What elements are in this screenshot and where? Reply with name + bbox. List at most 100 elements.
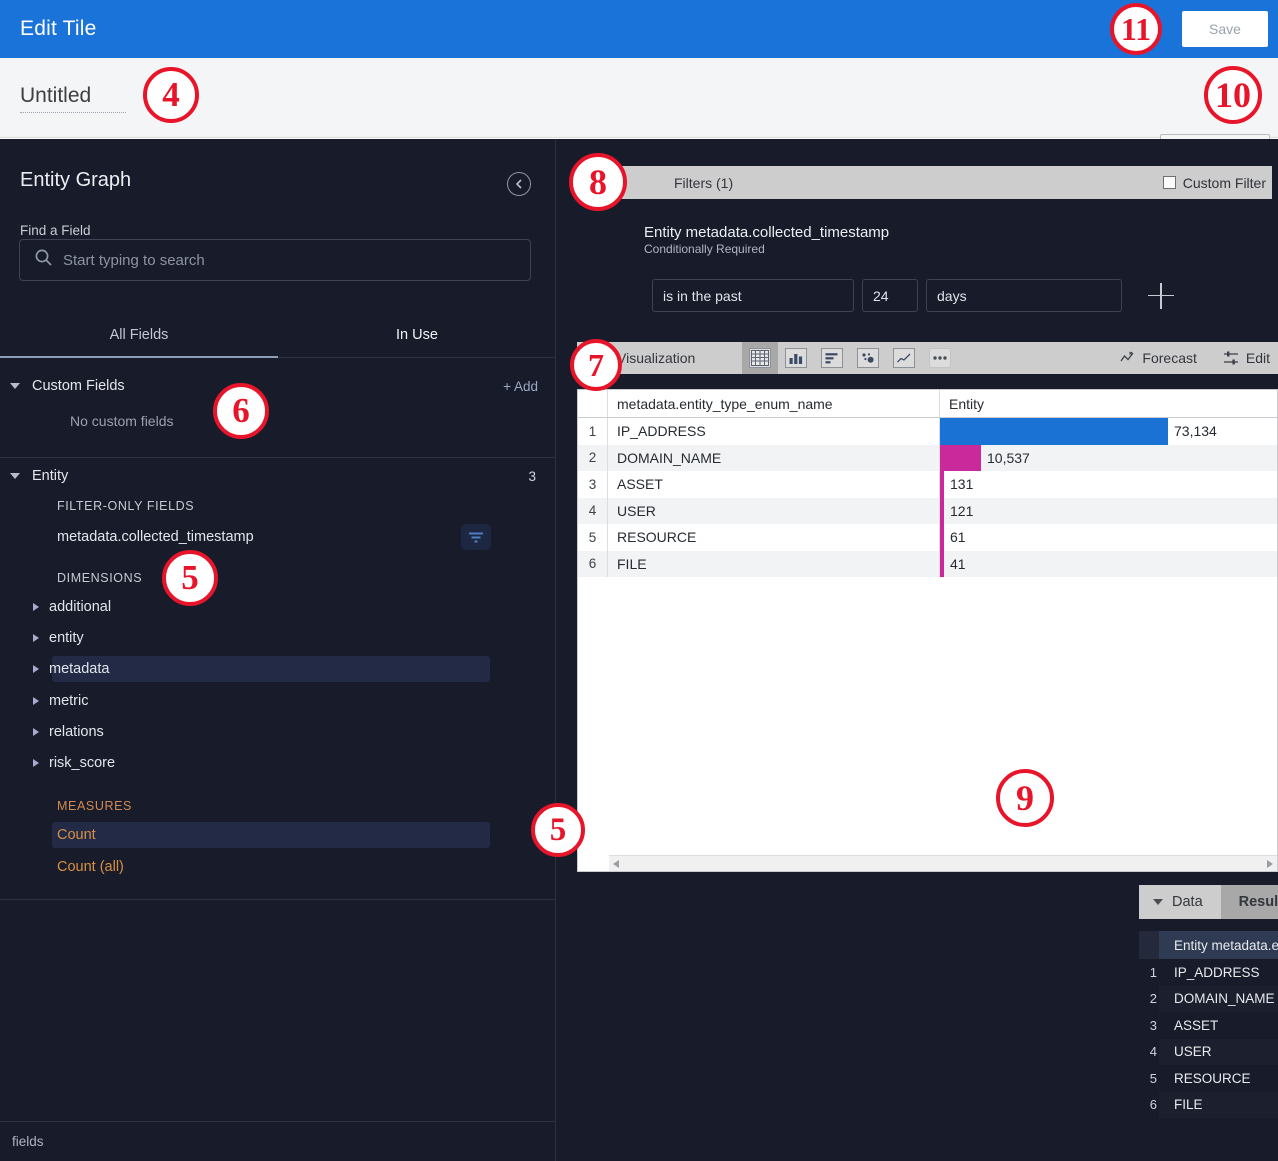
tab-results[interactable]: Results bbox=[1221, 885, 1278, 919]
value-label: 61 bbox=[950, 529, 966, 545]
column-header-measure[interactable]: Entity bbox=[940, 390, 1277, 417]
row-number: 3 bbox=[1139, 1012, 1159, 1039]
sidebar-footer: fields bbox=[0, 1121, 556, 1161]
visualization-actions: Forecast Edit bbox=[1094, 350, 1270, 366]
results-row[interactable]: 2 DOMAIN_NAME 10,537 bbox=[1139, 986, 1278, 1013]
column-header-dimension[interactable]: metadata.entity_type_enum_name bbox=[608, 390, 940, 417]
data-results-toolbar: Data Results SQL Add calculation Row Lim… bbox=[1139, 885, 1278, 919]
section-custom-fields[interactable]: Custom Fields + Add bbox=[0, 369, 556, 403]
caret-right-icon bbox=[33, 603, 39, 611]
search-input[interactable] bbox=[63, 252, 493, 269]
table-row[interactable]: 6 FILE 41 bbox=[578, 551, 1277, 578]
results-row[interactable]: 1 IP_ADDRESS 73,134 bbox=[1139, 959, 1278, 986]
caret-right-icon bbox=[33, 697, 39, 705]
results-cell-dimension: RESOURCE bbox=[1159, 1065, 1278, 1092]
row-number: 1 bbox=[578, 418, 608, 445]
caret-right-icon bbox=[33, 759, 39, 767]
scatter-chart-icon[interactable] bbox=[850, 342, 886, 374]
filter-operator-select[interactable]: is in the past bbox=[652, 279, 854, 312]
row-measure-cell: 61 bbox=[940, 524, 1277, 551]
measure-label: Count bbox=[57, 827, 96, 843]
scroll-right-icon[interactable] bbox=[1267, 860, 1273, 868]
row-number: 6 bbox=[578, 551, 608, 578]
divider bbox=[0, 457, 556, 458]
value-label: 131 bbox=[950, 476, 973, 492]
measure-count[interactable]: Count bbox=[0, 822, 556, 848]
row-dimension-value: IP_ADDRESS bbox=[608, 418, 940, 445]
results-table: Entity metadata.entity_type_enum_name bbox=[1139, 931, 1278, 1118]
edit-visualization-button[interactable]: Edit bbox=[1223, 350, 1270, 366]
measures-label: MEASURES bbox=[57, 799, 132, 813]
field-metadata-collected-timestamp[interactable]: metadata.collected_timestamp bbox=[57, 529, 254, 545]
entity-section-label: Entity bbox=[32, 468, 68, 484]
table-chart-icon[interactable] bbox=[742, 342, 778, 374]
forecast-button[interactable]: Forecast bbox=[1120, 350, 1196, 366]
add-custom-field-button[interactable]: + Add bbox=[503, 379, 538, 394]
row-measure-cell: 10,537 bbox=[940, 445, 1277, 472]
table-row[interactable]: 2 DOMAIN_NAME 10,537 bbox=[578, 445, 1277, 472]
scroll-left-icon[interactable] bbox=[613, 860, 619, 868]
value-bar bbox=[940, 551, 944, 578]
dimension-entity[interactable]: entity bbox=[0, 625, 556, 651]
tab-in-use[interactable]: In Use bbox=[278, 313, 556, 357]
table-row[interactable]: 1 IP_ADDRESS 73,134 bbox=[578, 418, 1277, 445]
results-row[interactable]: 3 ASSET 131 bbox=[1139, 1012, 1278, 1039]
bar-chart-icon[interactable] bbox=[814, 342, 850, 374]
entity-field-count: 3 bbox=[528, 469, 536, 484]
forecast-label: Forecast bbox=[1142, 350, 1196, 366]
visualization-toolbar: Visualization bbox=[577, 342, 1278, 374]
results-row[interactable]: 5 RESOURCE 61 bbox=[1139, 1065, 1278, 1092]
results-row[interactable]: 4 USER 121 bbox=[1139, 1039, 1278, 1066]
filter-only-fields-label: FILTER-ONLY FIELDS bbox=[57, 499, 194, 513]
tile-name-field[interactable]: Untitled bbox=[20, 84, 126, 113]
table-row[interactable]: 4 USER 121 bbox=[578, 498, 1277, 525]
caret-right-icon bbox=[33, 665, 39, 673]
line-chart-icon[interactable] bbox=[886, 342, 922, 374]
more-options-icon[interactable] bbox=[922, 342, 958, 374]
dimension-label: risk_score bbox=[49, 755, 115, 771]
caret-down-icon bbox=[1153, 899, 1163, 905]
row-number: 5 bbox=[1139, 1065, 1159, 1092]
find-a-field-label: Find a Field bbox=[20, 223, 91, 238]
table-row[interactable]: 5 RESOURCE 61 bbox=[578, 524, 1277, 551]
filter-icon[interactable] bbox=[461, 524, 491, 550]
dimension-metric[interactable]: metric bbox=[0, 688, 556, 714]
measure-count-all[interactable]: Count (all) bbox=[0, 854, 556, 880]
custom-filter-toggle[interactable]: Custom Filter bbox=[1163, 175, 1266, 191]
row-number: 6 bbox=[1139, 1092, 1159, 1119]
dimension-risk-score[interactable]: risk_score bbox=[0, 750, 556, 776]
column-chart-icon[interactable] bbox=[778, 342, 814, 374]
edit-label: Edit bbox=[1246, 350, 1270, 366]
row-dimension-value: FILE bbox=[608, 551, 940, 578]
field-search-container[interactable] bbox=[19, 239, 531, 281]
section-entity[interactable]: Entity 3 bbox=[0, 459, 556, 493]
chevron-left-circle-icon[interactable] bbox=[507, 172, 531, 196]
results-cell-dimension: IP_ADDRESS bbox=[1159, 959, 1278, 986]
results-column-label: Entity metadata.entity_type_enum_name bbox=[1174, 938, 1278, 953]
row-measure-cell: 41 bbox=[940, 551, 1277, 578]
checkbox-icon[interactable] bbox=[1163, 176, 1176, 189]
data-menu-button[interactable]: Data bbox=[1139, 885, 1221, 919]
results-column-header-dimension[interactable]: Entity metadata.entity_type_enum_name bbox=[1159, 931, 1278, 959]
value-label: 41 bbox=[950, 556, 966, 572]
dimension-additional[interactable]: additional bbox=[0, 594, 556, 620]
results-cell-dimension: FILE bbox=[1159, 1092, 1278, 1119]
app-topbar: Edit Tile Save bbox=[0, 0, 1278, 58]
filter-amount-input[interactable]: 24 bbox=[862, 279, 918, 312]
value-label: 121 bbox=[950, 503, 973, 519]
tab-all-fields[interactable]: All Fields bbox=[0, 313, 278, 357]
table-row[interactable]: 3 ASSET 131 bbox=[578, 471, 1277, 498]
sidebar-header: Entity Graph bbox=[0, 139, 555, 207]
settings-sliders-icon bbox=[1223, 351, 1239, 365]
save-button[interactable]: Save bbox=[1182, 11, 1268, 47]
dimension-metadata[interactable]: metadata bbox=[0, 656, 556, 682]
dimension-relations[interactable]: relations bbox=[0, 719, 556, 745]
filter-field-requirement: Conditionally Required bbox=[644, 242, 765, 256]
filter-unit-select[interactable]: days bbox=[926, 279, 1122, 312]
horizontal-scrollbar[interactable] bbox=[609, 855, 1277, 871]
row-number: 4 bbox=[1139, 1039, 1159, 1066]
results-row[interactable]: 6 FILE 41 bbox=[1139, 1092, 1278, 1119]
row-number-header bbox=[1139, 931, 1159, 959]
plus-icon[interactable] bbox=[1148, 283, 1174, 309]
dimension-label: relations bbox=[49, 724, 104, 740]
